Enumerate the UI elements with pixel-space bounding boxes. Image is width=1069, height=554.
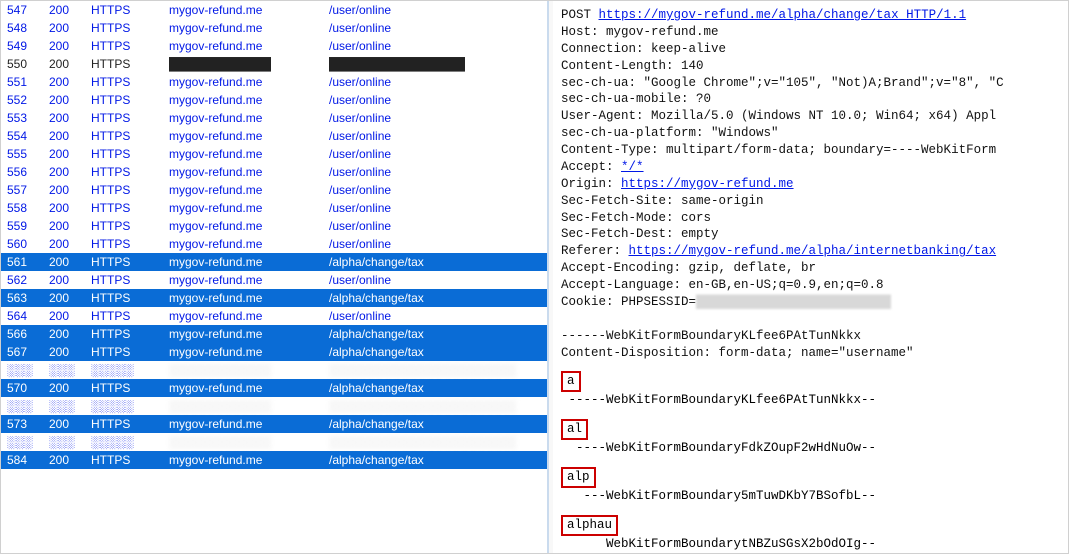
captured-fragment: alp ---WebKitFormBoundary5mTuwDKbY7BSofb… <box>559 465 1068 505</box>
table-row[interactable]: 570200HTTPSmygov-refund.me/alpha/change/… <box>1 379 547 397</box>
http-link[interactable]: https://mygov-refund.me/alpha/change/tax… <box>599 8 967 22</box>
table-row[interactable]: ░░░░░░░░░░░░░░░░░░░░░░░░░░░░░░░░░░░░░░░░… <box>1 397 547 415</box>
table-row[interactable]: 547200HTTPSmygov-refund.me/user/online <box>1 1 547 19</box>
table-row[interactable]: 554200HTTPSmygov-refund.me/user/online <box>1 127 547 145</box>
table-row[interactable]: 556200HTTPSmygov-refund.me/user/online <box>1 163 547 181</box>
highlighted-value: al <box>561 419 588 440</box>
table-row[interactable]: 564200HTTPSmygov-refund.me/user/online <box>1 307 547 325</box>
table-row[interactable]: 584200HTTPSmygov-refund.me/alpha/change/… <box>1 451 547 469</box>
request-detail-pane[interactable]: POST https://mygov-refund.me/alpha/chang… <box>553 1 1068 553</box>
table-row[interactable]: 563200HTTPSmygov-refund.me/alpha/change/… <box>1 289 547 307</box>
table-row[interactable]: 549200HTTPSmygov-refund.me/user/online <box>1 37 547 55</box>
captured-fragment: a -----WebKitFormBoundaryKLfee6PAtTunNkk… <box>559 369 1068 409</box>
table-row[interactable]: 551200HTTPSmygov-refund.me/user/online <box>1 73 547 91</box>
captured-fragment: al ----WebKitFormBoundaryFdkZOupF2wHdNuO… <box>559 417 1068 457</box>
table-row[interactable]: 566200HTTPSmygov-refund.me/alpha/change/… <box>1 325 547 343</box>
table-row[interactable]: 548200HTTPSmygov-refund.me/user/online <box>1 19 547 37</box>
highlighted-value: a <box>561 371 581 392</box>
session-table[interactable]: 547200HTTPSmygov-refund.me/user/online54… <box>1 1 547 469</box>
table-row[interactable]: 555200HTTPSmygov-refund.me/user/online <box>1 145 547 163</box>
http-link[interactable]: https://mygov-refund.me/alpha/internetba… <box>629 244 997 258</box>
session-list-pane[interactable]: 547200HTTPSmygov-refund.me/user/online54… <box>1 1 549 553</box>
highlighted-value: alphau <box>561 515 618 536</box>
table-row[interactable]: 561200HTTPSmygov-refund.me/alpha/change/… <box>1 253 547 271</box>
table-row[interactable]: 559200HTTPSmygov-refund.me/user/online <box>1 217 547 235</box>
table-row[interactable]: 567200HTTPSmygov-refund.me/alpha/change/… <box>1 343 547 361</box>
highlighted-value: alp <box>561 467 596 488</box>
http-request-raw[interactable]: POST https://mygov-refund.me/alpha/chang… <box>559 5 1068 361</box>
table-row[interactable]: 558200HTTPSmygov-refund.me/user/online <box>1 199 547 217</box>
table-row[interactable]: 557200HTTPSmygov-refund.me/user/online <box>1 181 547 199</box>
table-row[interactable]: 573200HTTPSmygov-refund.me/alpha/change/… <box>1 415 547 433</box>
table-row[interactable]: 550200HTTPS████████████████████████████ <box>1 55 547 73</box>
http-link[interactable]: https://mygov-refund.me <box>621 177 794 191</box>
table-row[interactable]: 553200HTTPSmygov-refund.me/user/online <box>1 109 547 127</box>
table-row[interactable]: ░░░░░░░░░░░░░░░░░░░░░░░░░░░░░░░░░░░░░░░░… <box>1 433 547 451</box>
table-row[interactable]: 560200HTTPSmygov-refund.me/user/online <box>1 235 547 253</box>
table-row[interactable]: 552200HTTPSmygov-refund.me/user/online <box>1 91 547 109</box>
captured-fragment: alphau WebKitFormBoundarytNBZuSGsX2bOdOI… <box>559 513 1068 553</box>
table-row[interactable]: ░░░░░░░░░░░░░░░░░░░░░░░░░░░░░░░░░░░░░░░░… <box>1 361 547 379</box>
table-row[interactable]: 562200HTTPSmygov-refund.me/user/online <box>1 271 547 289</box>
